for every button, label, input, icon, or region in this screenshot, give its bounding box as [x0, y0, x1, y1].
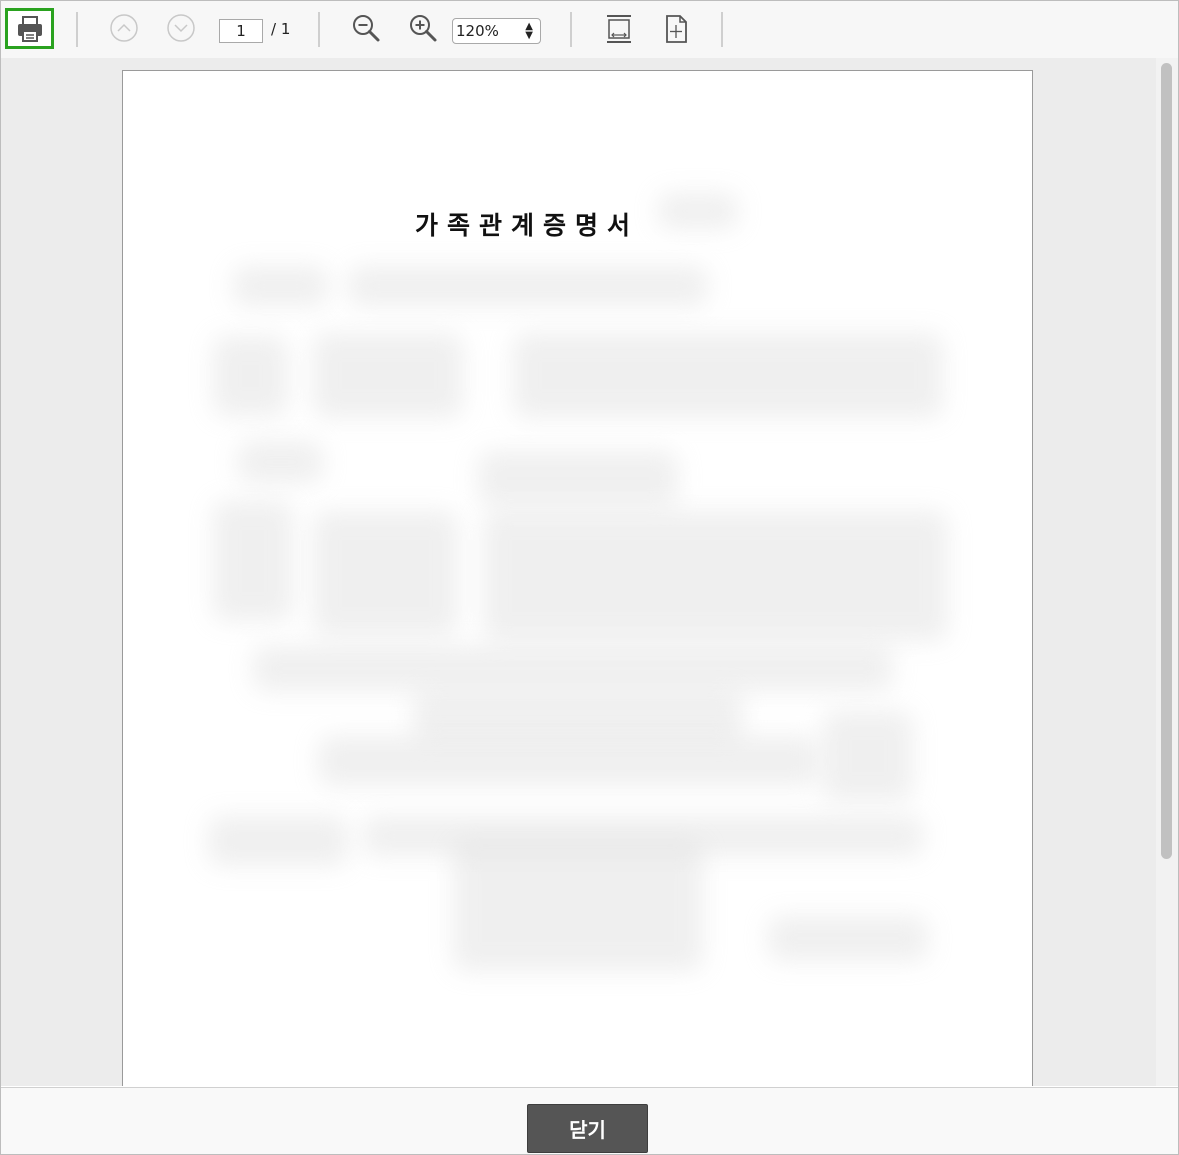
vertical-scrollbar[interactable]: [1156, 58, 1178, 1086]
viewer-footer: 닫기: [1, 1087, 1178, 1154]
redacted-content: [823, 711, 913, 801]
chevron-down-circle-icon: [167, 14, 195, 42]
print-button[interactable]: [5, 8, 54, 49]
previous-page-button[interactable]: [109, 13, 139, 43]
document-page: 가족관계증명서: [122, 70, 1033, 1086]
fit-width-icon: [607, 15, 631, 43]
zoom-level-value: 120%: [456, 22, 499, 40]
redacted-content: [213, 336, 288, 416]
zoom-in-icon: [410, 15, 437, 42]
toolbar-divider: [318, 12, 320, 47]
document-viewer: / 1 120% ▲▼: [0, 0, 1179, 1155]
redacted-content: [513, 333, 943, 418]
viewer-toolbar: / 1 120% ▲▼: [1, 1, 1178, 58]
printer-icon: [17, 15, 42, 42]
fit-page-icon: [666, 15, 687, 43]
fit-width-button[interactable]: [602, 11, 636, 47]
spinner-arrows-icon: ▲ ▼: [525, 21, 533, 41]
chevron-up-circle-icon: [110, 14, 138, 42]
redacted-content: [253, 646, 893, 691]
scrollbar-thumb[interactable]: [1161, 63, 1172, 859]
document-viewport[interactable]: 가족관계증명서: [1, 58, 1178, 1086]
zoom-level-select[interactable]: 120% ▲ ▼: [452, 18, 541, 44]
redacted-content: [658, 193, 738, 229]
redacted-content: [478, 451, 678, 506]
redacted-content: [413, 691, 743, 741]
redacted-content: [483, 511, 948, 641]
document-title: 가족관계증명서: [415, 211, 640, 240]
fit-page-button[interactable]: [659, 11, 693, 47]
zoom-out-button[interactable]: [349, 11, 383, 45]
redacted-content: [313, 333, 463, 418]
toolbar-divider: [570, 12, 572, 47]
toolbar-divider: [721, 12, 723, 47]
redacted-content: [318, 736, 818, 786]
redacted-content: [348, 266, 708, 306]
next-page-button[interactable]: [166, 13, 196, 43]
redacted-content: [453, 841, 703, 971]
zoom-out-icon: [353, 15, 380, 42]
redacted-content: [768, 916, 928, 961]
toolbar-divider: [76, 12, 78, 47]
redacted-content: [213, 501, 293, 621]
close-button[interactable]: 닫기: [527, 1104, 648, 1153]
redacted-content: [233, 266, 328, 306]
zoom-in-button[interactable]: [406, 11, 440, 45]
page-total-label: / 1: [271, 20, 291, 38]
redacted-content: [313, 511, 458, 636]
redacted-content: [238, 441, 323, 483]
redacted-content: [208, 816, 348, 866]
page-number-input[interactable]: [219, 19, 263, 43]
